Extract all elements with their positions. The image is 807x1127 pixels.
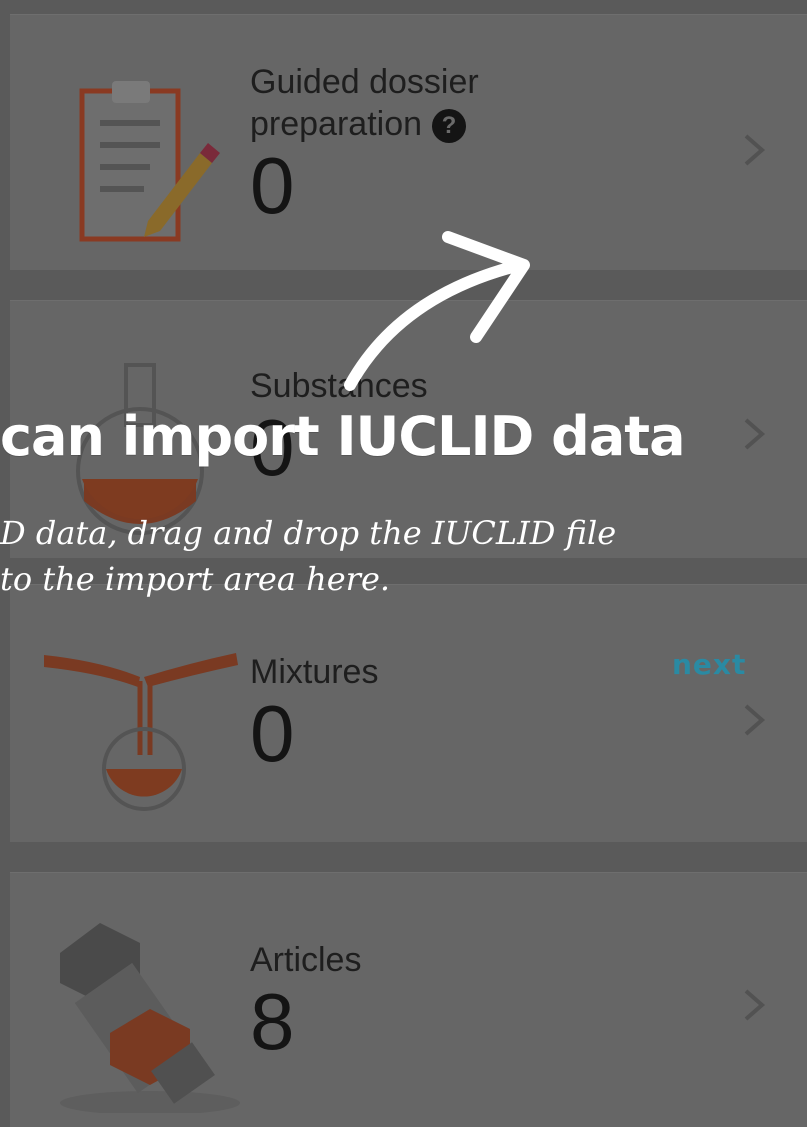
tutorial-body-line2: to the import area here. bbox=[0, 560, 391, 598]
bolt-nut-icon bbox=[60, 923, 240, 1113]
card-count: 8 bbox=[250, 977, 295, 1066]
card-title-line2: preparation? bbox=[250, 103, 479, 145]
clipboard-pencil-icon bbox=[79, 81, 220, 242]
card-mixtures[interactable]: Mixtures 0 bbox=[10, 584, 807, 842]
chevron-right-icon[interactable] bbox=[740, 130, 770, 170]
tutorial-heading: can import IUCLID data bbox=[0, 405, 686, 468]
tutorial-body-line1: D data, drag and drop the IUCLID file bbox=[0, 514, 617, 552]
tutorial-body: D data, drag and drop the IUCLID file to… bbox=[0, 510, 760, 602]
card-title: Guided dossier bbox=[250, 63, 479, 101]
pouring-flasks-icon bbox=[44, 653, 238, 811]
card-articles[interactable]: Articles 8 bbox=[10, 872, 807, 1127]
card-count: 0 bbox=[250, 141, 295, 230]
chevron-right-icon[interactable] bbox=[740, 700, 770, 740]
tutorial-arrow-icon bbox=[344, 231, 530, 391]
next-button[interactable]: next bbox=[672, 648, 746, 681]
chevron-right-icon[interactable] bbox=[740, 985, 770, 1025]
card-title: Mixtures bbox=[250, 653, 379, 691]
card-title: Articles bbox=[250, 941, 362, 979]
dashboard-page: Guided dossier preparation? 0 Substances… bbox=[0, 0, 807, 1127]
help-icon[interactable]: ? bbox=[432, 109, 467, 144]
card-count: 0 bbox=[250, 689, 295, 778]
